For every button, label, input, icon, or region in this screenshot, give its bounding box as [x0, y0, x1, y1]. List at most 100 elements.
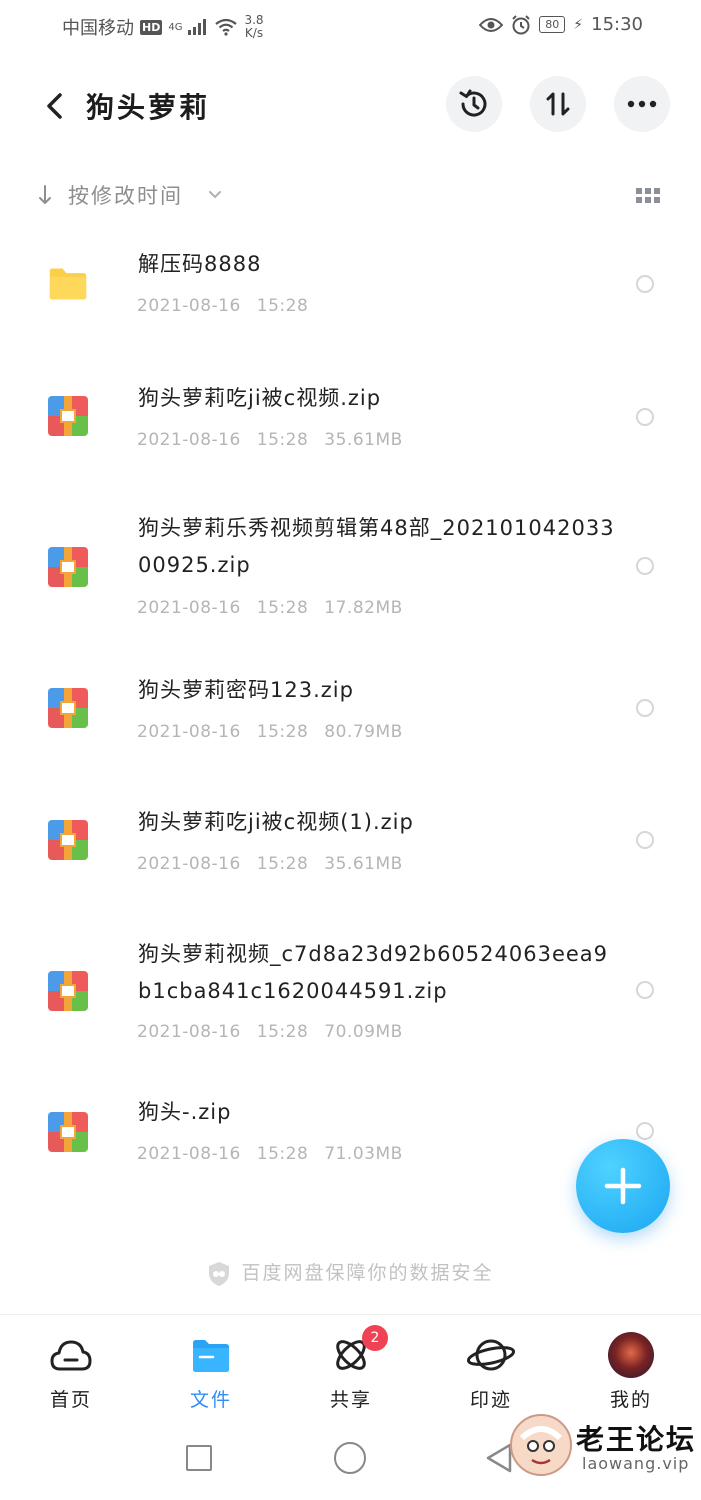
planet-icon: [466, 1339, 516, 1371]
shield-icon: [209, 1261, 230, 1286]
file-time: 15:28: [256, 598, 309, 618]
file-meta: 2021-08-16 15:28 70.09MB: [137, 1022, 419, 1042]
zip-file-icon: [48, 396, 88, 436]
zip-file-icon: [48, 547, 88, 587]
network-label: 4G: [168, 21, 183, 33]
file-meta: 2021-08-16 15:28 80.79MB: [137, 722, 419, 742]
zip-file-icon: [48, 820, 88, 860]
nav-traces-label: 印迹: [469, 1389, 512, 1411]
file-size: 70.09MB: [324, 1022, 403, 1042]
file-size: 80.79MB: [324, 722, 403, 742]
nav-me-label: 我的: [609, 1389, 652, 1411]
recents-button[interactable]: [186, 1445, 212, 1471]
file-meta: 2021-08-16 15:28: [137, 296, 340, 316]
nav-share-label: 共享: [329, 1389, 372, 1411]
home-button[interactable]: [334, 1442, 366, 1474]
file-name: 狗头-.zip: [138, 1100, 232, 1124]
file-name: 狗头萝莉乐秀视频剪辑第48部_20210104203300925.zip: [138, 516, 615, 577]
security-note: 百度网盘保障你的数据安全: [0, 1258, 701, 1287]
file-time: 15:28: [256, 1144, 309, 1164]
more-icon: [627, 100, 657, 108]
zip-file-icon: [48, 971, 88, 1011]
plus-icon: [604, 1167, 642, 1205]
list-item[interactable]: 狗头萝莉吃ji被c视频.zip 2021-08-16 15:28 35.61MB: [0, 378, 701, 450]
net-speed: 3.8 K/s: [244, 14, 263, 40]
select-radio[interactable]: [636, 981, 654, 999]
file-meta: 2021-08-16 15:28 35.61MB: [137, 854, 419, 874]
sort-arrow-icon: [39, 185, 51, 204]
sort-row: 按修改时间: [38, 178, 664, 214]
file-time: 15:28: [256, 854, 309, 874]
nav-files[interactable]: 文件: [166, 1333, 256, 1412]
select-radio[interactable]: [636, 699, 654, 717]
status-bar: 中国移动 HD 4G 3.8 K/s 80 ⚡ 15:30: [0, 0, 701, 52]
file-meta: 2021-08-16 15:28 35.61MB: [137, 430, 419, 450]
file-size: 17.82MB: [324, 598, 403, 618]
cloud-icon: [50, 1340, 92, 1371]
watermark-logo: [510, 1414, 572, 1476]
grid-view-icon[interactable]: [636, 188, 660, 203]
sort-order-icon: [546, 92, 570, 116]
share-badge: 2: [362, 1325, 388, 1351]
sort-selector[interactable]: 按修改时间: [68, 180, 183, 210]
file-date: 2021-08-16: [137, 1022, 241, 1042]
clock: 15:30: [591, 14, 643, 35]
list-item[interactable]: 狗头萝莉密码123.zip 2021-08-16 15:28 80.79MB: [0, 670, 701, 742]
net-speed-unit: K/s: [244, 26, 264, 40]
carrier-label: 中国移动: [62, 18, 134, 39]
nav-me[interactable]: 我的: [586, 1332, 676, 1412]
folder-icon: [193, 1340, 229, 1372]
bottom-nav: 首页 文件 2 共享 印迹 我的: [0, 1314, 701, 1421]
add-button[interactable]: [576, 1139, 670, 1233]
file-time: 15:28: [256, 430, 309, 450]
file-time: 15:28: [256, 1022, 309, 1042]
file-meta: 2021-08-16 15:28 17.82MB: [137, 598, 419, 618]
file-date: 2021-08-16: [137, 722, 241, 742]
history-button[interactable]: [446, 76, 502, 132]
file-date: 2021-08-16: [137, 1144, 241, 1164]
chevron-down-icon[interactable]: [208, 190, 222, 200]
file-time: 15:28: [256, 722, 309, 742]
file-size: 35.61MB: [324, 854, 403, 874]
list-item[interactable]: 狗头萝莉视频_c7d8a23d92b60524063eea9b1cba841c1…: [0, 934, 701, 1042]
file-name: 解压码8888: [138, 252, 262, 276]
list-item[interactable]: 狗头萝莉吃ji被c视频(1).zip 2021-08-16 15:28 35.61M…: [0, 802, 701, 874]
app-header: 狗头萝莉: [0, 62, 701, 146]
signal-icon: [188, 19, 207, 35]
watermark-title: 老王论坛: [576, 1423, 697, 1456]
back-button[interactable]: [34, 86, 74, 126]
list-item[interactable]: 狗头萝莉乐秀视频剪辑第48部_20210104203300925.zip 202…: [0, 510, 701, 618]
charging-icon: ⚡: [573, 16, 584, 33]
select-radio[interactable]: [636, 557, 654, 575]
file-time: 15:28: [256, 296, 309, 316]
battery-indicator: 80: [539, 16, 566, 33]
folder-icon: [49, 268, 87, 300]
file-size: 35.61MB: [324, 430, 403, 450]
file-name: 狗头萝莉吃ji被c视频.zip: [138, 386, 382, 410]
back-icon: [47, 93, 62, 119]
watermark-url: laowang.vip: [582, 1454, 690, 1473]
sort-order-button[interactable]: [530, 76, 586, 132]
hd-badge: HD: [140, 19, 163, 35]
file-size: 71.03MB: [324, 1144, 403, 1164]
file-date: 2021-08-16: [137, 598, 241, 618]
select-radio[interactable]: [636, 831, 654, 849]
select-radio[interactable]: [636, 275, 654, 293]
nav-home[interactable]: 首页: [26, 1333, 116, 1412]
nav-traces[interactable]: 印迹: [446, 1333, 536, 1412]
alarm-icon: [512, 14, 530, 34]
file-date: 2021-08-16: [137, 296, 241, 316]
nav-share[interactable]: 2 共享: [306, 1325, 396, 1412]
watermark: 老王论坛 laowang.vip: [510, 1414, 700, 1484]
list-item[interactable]: 狗头-.zip 2021-08-16 15:28 71.03MB: [0, 1092, 701, 1164]
eye-icon: [479, 17, 504, 32]
more-button[interactable]: [614, 76, 670, 132]
file-meta: 2021-08-16 15:28 71.03MB: [137, 1144, 419, 1164]
history-icon: [459, 89, 487, 117]
file-name: 狗头萝莉密码123.zip: [138, 678, 354, 702]
select-radio[interactable]: [636, 408, 654, 426]
page-title: 狗头萝莉: [86, 91, 211, 124]
file-date: 2021-08-16: [137, 430, 241, 450]
select-radio[interactable]: [636, 1122, 654, 1140]
zip-file-icon: [48, 688, 88, 728]
